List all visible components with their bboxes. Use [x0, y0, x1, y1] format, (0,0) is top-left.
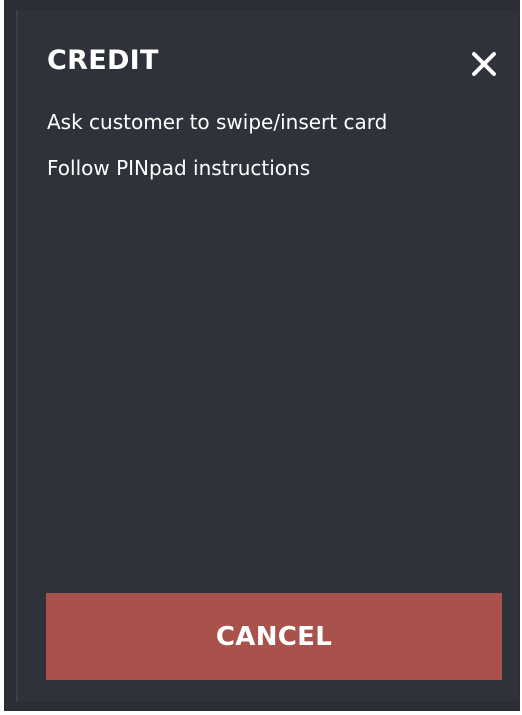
credit-dialog: CREDIT Ask customer to swipe/insert card…: [16, 10, 519, 702]
close-icon: [472, 52, 496, 76]
instruction-swipe-card: Ask customer to swipe/insert card: [47, 110, 388, 134]
cancel-button[interactable]: CANCEL: [46, 593, 502, 680]
dialog-title: CREDIT: [47, 45, 159, 76]
close-button[interactable]: [468, 48, 500, 80]
app-frame: CREDIT Ask customer to swipe/insert card…: [4, 0, 520, 711]
instruction-pinpad: Follow PINpad instructions: [47, 156, 311, 180]
